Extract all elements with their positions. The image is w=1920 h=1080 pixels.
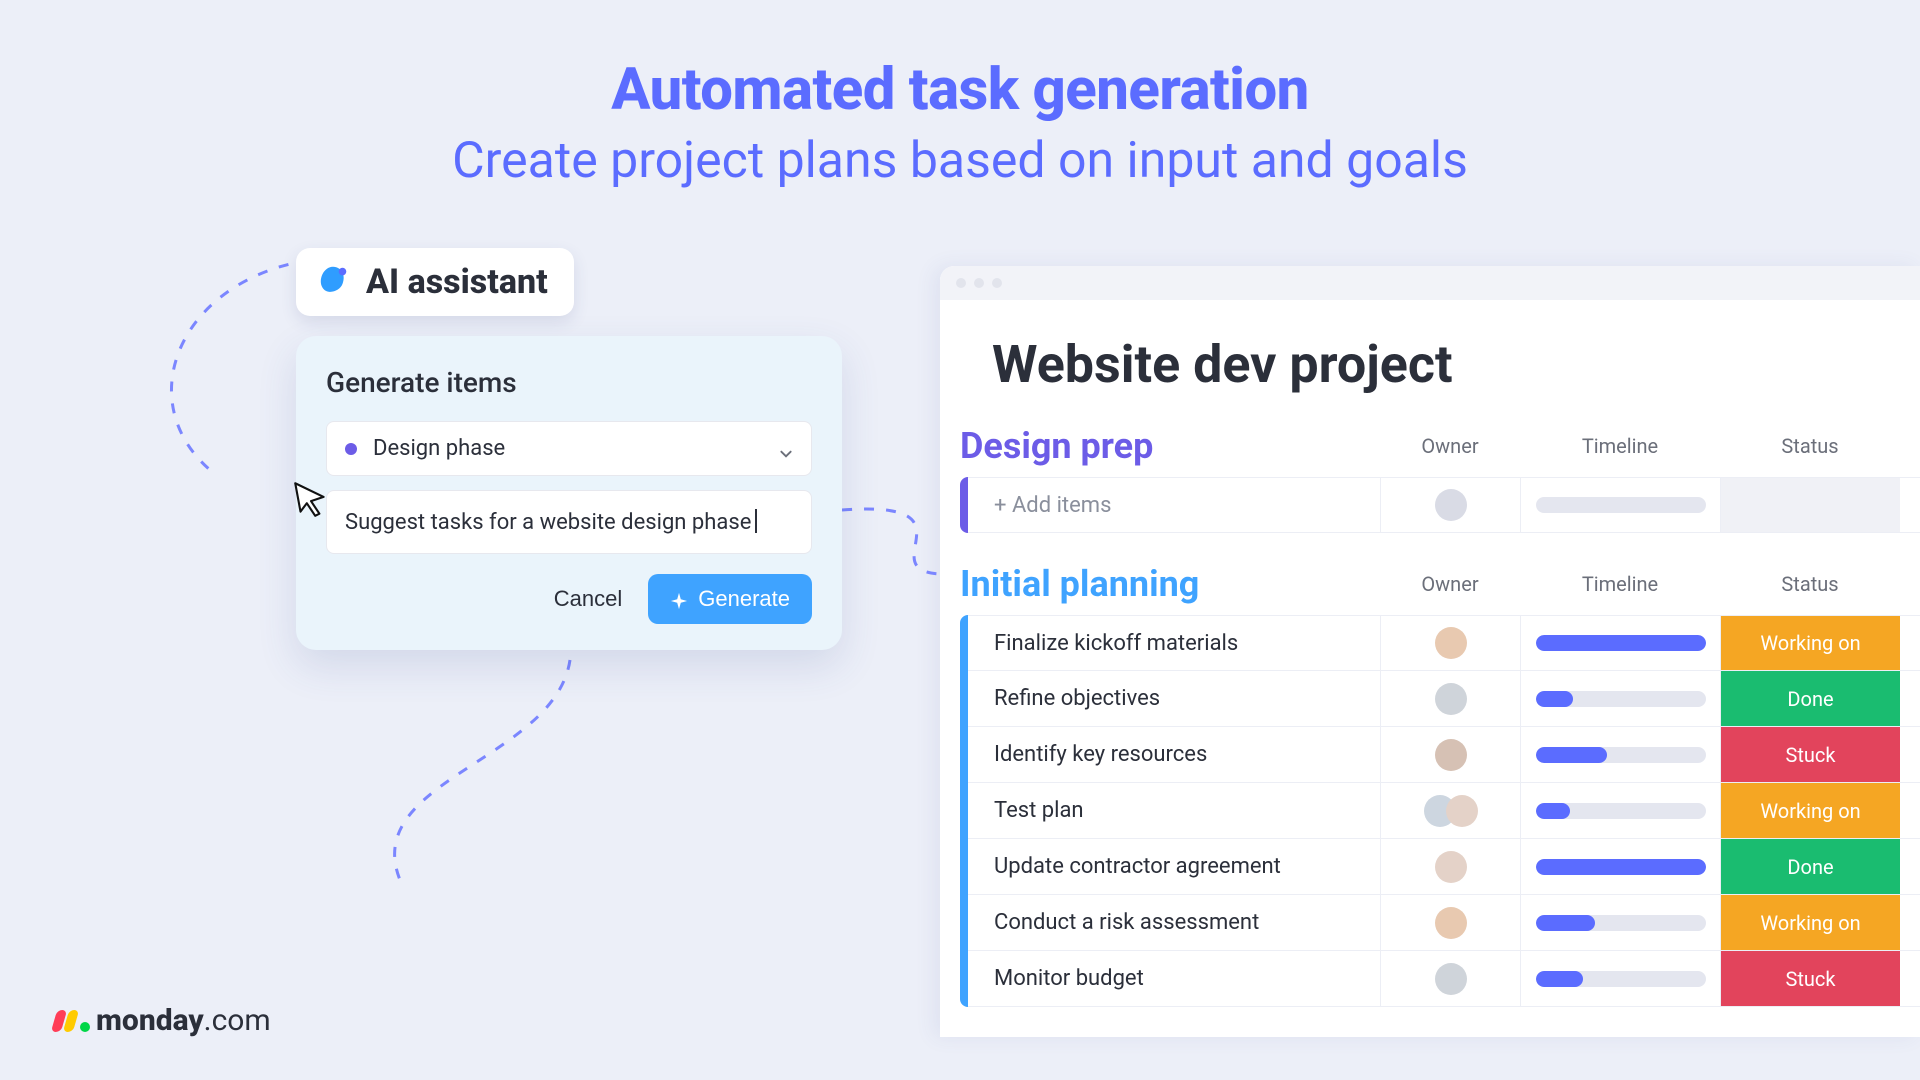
ai-badge-label: AI assistant — [366, 262, 548, 302]
monday-logo-text: monday.com — [96, 1003, 271, 1038]
generate-button-label: Generate — [698, 586, 790, 612]
ai-actions: Cancel Generate — [326, 574, 812, 624]
column-header-owner: Owner — [1380, 434, 1520, 458]
column-header-timeline: Timeline — [1520, 572, 1720, 596]
cursor-pointer-icon — [290, 478, 332, 520]
avatar — [1446, 795, 1478, 827]
task-name: Refine objectives — [968, 686, 1380, 711]
ai-assistant-panel: Generate items Design phase Suggest task… — [296, 336, 842, 650]
add-item-row[interactable]: + Add items — [968, 477, 1920, 533]
column-header-owner: Owner — [1380, 572, 1520, 596]
status-cell[interactable]: Working on — [1720, 616, 1900, 670]
window-dot — [974, 278, 984, 288]
window-chrome — [940, 266, 1920, 300]
group-initial-planning: Initial planning Owner Timeline Status F… — [940, 563, 1920, 1037]
status-cell[interactable]: Stuck — [1720, 727, 1900, 782]
column-header-timeline: Timeline — [1520, 434, 1720, 458]
timeline-cell[interactable] — [1520, 671, 1720, 726]
avatar — [1435, 627, 1467, 659]
owner-cell[interactable] — [1380, 895, 1520, 950]
ai-assistant-badge: AI assistant — [296, 248, 574, 316]
sparkle-icon — [670, 590, 688, 608]
headline: Automated task generation Create project… — [0, 0, 1920, 190]
task-name: Finalize kickoff materials — [968, 631, 1380, 656]
phase-color-dot — [345, 443, 357, 455]
table-row[interactable]: Conduct a risk assessment Working on — [968, 895, 1920, 951]
group-design-prep: Design prep Owner Timeline Status + Add … — [940, 425, 1920, 563]
table-row[interactable]: Finalize kickoff materials Working on — [968, 615, 1920, 671]
table-row[interactable]: Update contractor agreement Done — [968, 839, 1920, 895]
status-cell[interactable]: Stuck — [1720, 951, 1900, 1006]
owner-cell[interactable] — [1380, 616, 1520, 670]
column-header-status: Status — [1720, 572, 1900, 596]
owner-cell[interactable] — [1380, 951, 1520, 1006]
timeline-cell[interactable] — [1520, 783, 1720, 838]
table-row[interactable]: Identify key resources Stuck — [968, 727, 1920, 783]
text-caret — [755, 509, 757, 533]
add-item-label: + Add items — [968, 493, 1380, 518]
headline-title: Automated task generation — [0, 56, 1920, 124]
timeline-cell[interactable] — [1520, 839, 1720, 894]
task-name: Test plan — [968, 798, 1380, 823]
table-row[interactable]: Refine objectives Done — [968, 671, 1920, 727]
status-cell[interactable] — [1720, 478, 1900, 532]
avatar — [1435, 963, 1467, 995]
group-name[interactable]: Design prep — [960, 425, 1380, 467]
group-name[interactable]: Initial planning — [960, 563, 1380, 605]
window-dot — [992, 278, 1002, 288]
task-name: Identify key resources — [968, 742, 1380, 767]
timeline-cell[interactable] — [1520, 951, 1720, 1006]
timeline-cell[interactable] — [1520, 478, 1720, 532]
owner-cell[interactable] — [1380, 783, 1520, 838]
ai-prompt-text: Suggest tasks for a website design phase — [345, 510, 751, 535]
status-cell[interactable]: Working on — [1720, 895, 1900, 950]
monday-logo-icon — [54, 1010, 90, 1032]
board-title: Website dev project — [940, 300, 1920, 425]
timeline-cell[interactable] — [1520, 895, 1720, 950]
timeline-cell[interactable] — [1520, 727, 1720, 782]
avatar — [1435, 851, 1467, 883]
task-name: Conduct a risk assessment — [968, 910, 1380, 935]
headline-subtitle: Create project plans based on input and … — [0, 132, 1920, 190]
monday-logo: monday.com — [54, 1003, 271, 1038]
task-name: Update contractor agreement — [968, 854, 1380, 879]
owner-cell[interactable] — [1380, 839, 1520, 894]
table-row[interactable]: Test plan Working on — [968, 783, 1920, 839]
status-cell[interactable]: Done — [1720, 839, 1900, 894]
cancel-button[interactable]: Cancel — [554, 586, 622, 612]
ai-logo-icon — [314, 263, 352, 301]
ai-panel-title: Generate items — [326, 366, 812, 399]
window-dot — [956, 278, 966, 288]
avatar — [1435, 739, 1467, 771]
task-name: Monitor budget — [968, 966, 1380, 991]
table-row[interactable]: Monitor budget Stuck — [968, 951, 1920, 1007]
generate-button[interactable]: Generate — [648, 574, 812, 624]
status-cell[interactable]: Done — [1720, 671, 1900, 726]
owner-cell[interactable] — [1380, 671, 1520, 726]
phase-dropdown-value: Design phase — [373, 436, 505, 461]
chevron-down-icon — [779, 442, 793, 456]
column-header-status: Status — [1720, 434, 1900, 458]
owner-cell[interactable] — [1380, 727, 1520, 782]
avatar — [1435, 907, 1467, 939]
ai-prompt-input[interactable]: Suggest tasks for a website design phase — [326, 490, 812, 554]
status-cell[interactable]: Working on — [1720, 783, 1900, 838]
avatar-placeholder — [1435, 489, 1467, 521]
phase-dropdown[interactable]: Design phase — [326, 421, 812, 476]
owner-cell[interactable] — [1380, 478, 1520, 532]
project-board: Website dev project Design prep Owner Ti… — [940, 266, 1920, 1037]
avatar — [1435, 683, 1467, 715]
timeline-cell[interactable] — [1520, 616, 1720, 670]
